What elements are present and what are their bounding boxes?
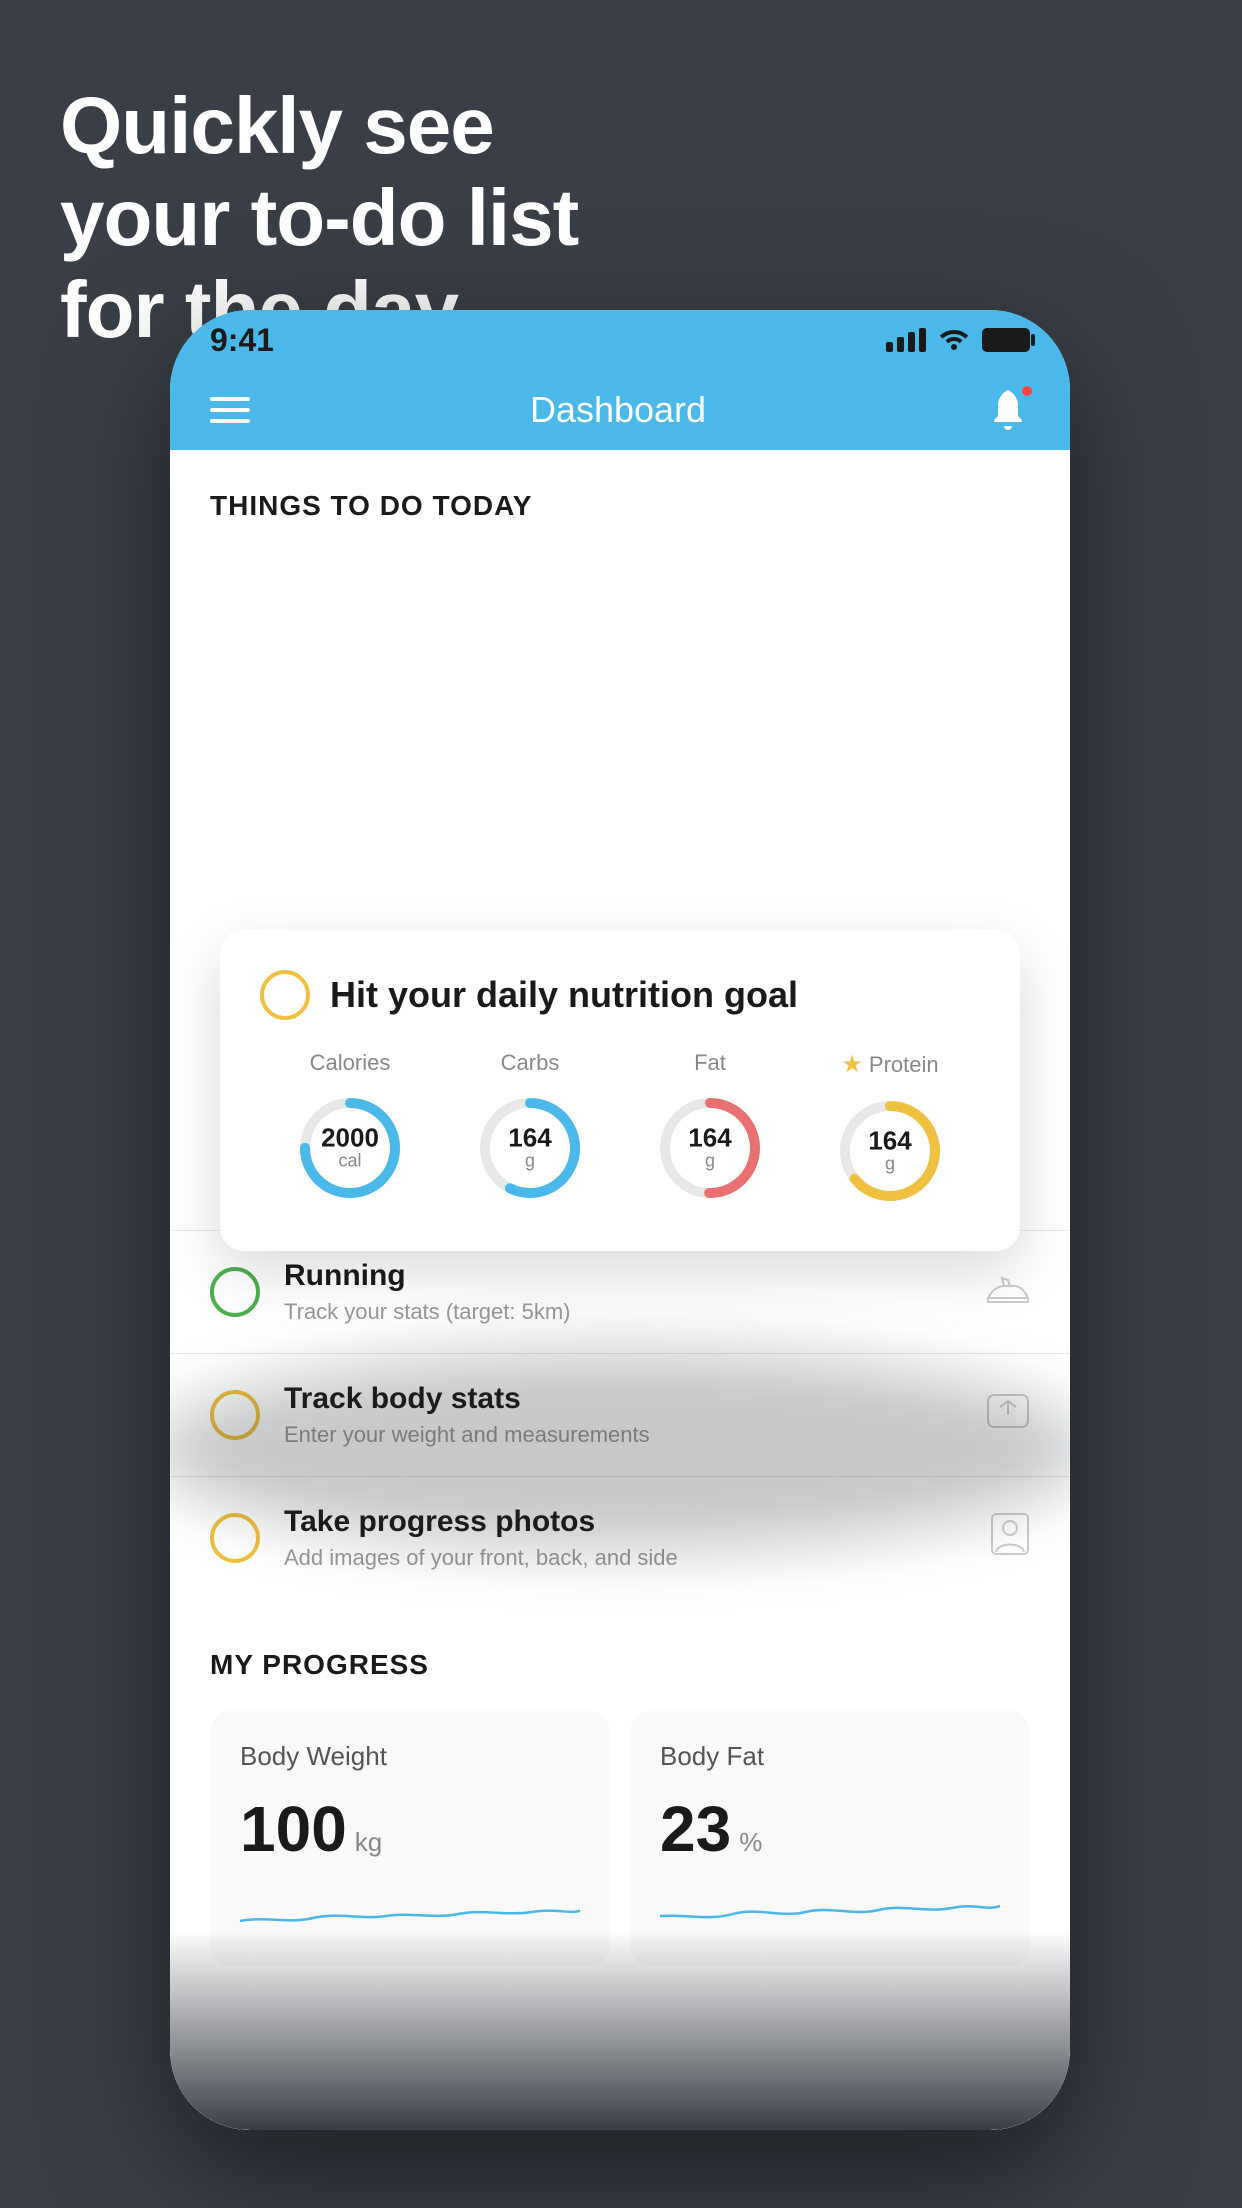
- protein-donut: 164 g: [830, 1091, 950, 1211]
- todo-list: Running Track your stats (target: 5km) T…: [170, 1230, 1070, 2006]
- wifi-icon: [938, 324, 970, 357]
- notification-bell-button[interactable]: [986, 388, 1030, 432]
- body-weight-value: 100: [240, 1792, 347, 1866]
- battery-icon: [982, 328, 1030, 352]
- calories-value: 2000: [321, 1125, 379, 1151]
- my-progress-header: MY PROGRESS: [210, 1649, 1030, 1681]
- running-text: Running Track your stats (target: 5km): [284, 1259, 962, 1325]
- bottom-overlay: [170, 1930, 1070, 2130]
- hamburger-menu-button[interactable]: [210, 397, 250, 423]
- body-fat-chart: [660, 1886, 1000, 1936]
- body-fat-value: 23: [660, 1792, 731, 1866]
- protein-unit: g: [868, 1154, 911, 1175]
- body-fat-label: Body Fat: [660, 1741, 1000, 1772]
- fat-value: 164: [688, 1125, 731, 1151]
- fat-donut: 164 g: [650, 1088, 770, 1208]
- star-icon: ★: [841, 1050, 863, 1079]
- portrait-icon: [990, 1512, 1030, 1565]
- headline-line1: Quickly see: [60, 81, 494, 170]
- dashboard-title: Dashboard: [530, 389, 706, 431]
- card-shadow: [170, 1350, 1070, 1550]
- body-fat-card: Body Fat 23 %: [630, 1711, 1030, 1966]
- body-fat-value-row: 23 %: [660, 1792, 1000, 1866]
- carbs-item: Carbs 164 g: [470, 1050, 590, 1208]
- running-subtitle: Track your stats (target: 5km): [284, 1299, 962, 1325]
- carbs-label: Carbs: [501, 1050, 560, 1076]
- signal-icon: [886, 328, 926, 352]
- status-time: 9:41: [210, 322, 274, 359]
- status-bar: 9:41: [170, 310, 1070, 370]
- running-checkbox[interactable]: [210, 1267, 260, 1317]
- protein-item: ★ Protein 164 g: [830, 1050, 950, 1211]
- protein-label: ★ Protein: [841, 1050, 938, 1079]
- calories-item: Calories 2000 cal: [290, 1050, 410, 1208]
- nutrition-circles: Calories 2000 cal Carbs: [260, 1050, 980, 1211]
- headline-line2: your to-do list: [60, 173, 578, 262]
- calories-unit: cal: [321, 1151, 379, 1172]
- status-icons: [886, 324, 1030, 357]
- body-fat-unit: %: [739, 1827, 762, 1858]
- body-weight-value-row: 100 kg: [240, 1792, 580, 1866]
- calories-donut: 2000 cal: [290, 1088, 410, 1208]
- photos-checkbox[interactable]: [210, 1513, 260, 1563]
- notification-dot: [1020, 384, 1034, 398]
- things-today-header: THINGS TO DO TODAY: [170, 450, 1070, 542]
- calories-label: Calories: [310, 1050, 391, 1076]
- fat-item: Fat 164 g: [650, 1050, 770, 1208]
- fat-label: Fat: [694, 1050, 726, 1076]
- body-weight-chart: [240, 1886, 580, 1936]
- carbs-donut: 164 g: [470, 1088, 590, 1208]
- carbs-value: 164: [508, 1125, 551, 1151]
- phone-frame: 9:41 Dashboard: [170, 310, 1070, 2130]
- nutrition-card: Hit your daily nutrition goal Calories 2…: [220, 930, 1020, 1251]
- nutrition-checkbox[interactable]: [260, 970, 310, 1020]
- running-shoe-icon: [986, 1270, 1030, 1315]
- running-title: Running: [284, 1259, 962, 1293]
- app-header: Dashboard: [170, 370, 1070, 450]
- fat-unit: g: [688, 1151, 731, 1172]
- body-weight-card: Body Weight 100 kg: [210, 1711, 610, 1966]
- carbs-unit: g: [508, 1151, 551, 1172]
- body-weight-unit: kg: [355, 1827, 382, 1858]
- body-weight-label: Body Weight: [240, 1741, 580, 1772]
- progress-cards: Body Weight 100 kg Body Fat: [210, 1711, 1030, 1966]
- nutrition-card-title: Hit your daily nutrition goal: [330, 974, 798, 1016]
- protein-value: 164: [868, 1128, 911, 1154]
